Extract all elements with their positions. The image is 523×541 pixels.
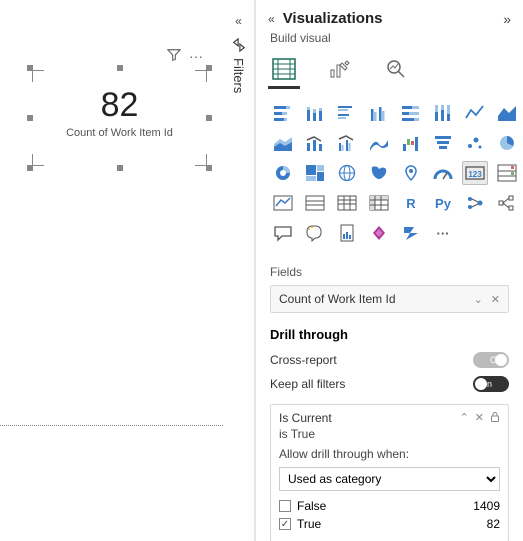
waterfall-icon[interactable]	[398, 131, 424, 155]
decomposition-tree-icon[interactable]	[494, 191, 520, 215]
svg-text:123: 123	[468, 170, 482, 179]
area-chart-icon[interactable]	[494, 101, 520, 125]
ribbon-chart-icon[interactable]	[366, 131, 392, 155]
line-chart-icon[interactable]	[462, 101, 488, 125]
line-stacked-column-icon[interactable]	[302, 131, 328, 155]
cross-report-toggle[interactable]: Off	[473, 352, 509, 368]
keep-filters-label: Keep all filters	[270, 377, 345, 391]
drill-filter-card: Is Current ⌃ ✕ is True Allow drill throu…	[270, 404, 509, 541]
line-clustered-column-icon[interactable]	[334, 131, 360, 155]
card-field-label: Count of Work Item Id	[30, 127, 209, 139]
field-well[interactable]: Count of Work Item Id ⌄ ✕	[270, 285, 509, 313]
expand-viz-icon[interactable]: »	[503, 11, 511, 27]
funnel-icon[interactable]	[430, 131, 456, 155]
collapse-filter-icon[interactable]: ⌃	[460, 411, 469, 425]
drill-filter-name: Is Current	[279, 411, 332, 425]
drill-value-row[interactable]: ✓True 82	[279, 515, 500, 533]
drill-through-heading: Drill through	[256, 313, 523, 348]
tab-build-visual[interactable]	[270, 55, 298, 83]
chevron-down-icon[interactable]: ⌄	[474, 293, 483, 306]
clustered-column-icon[interactable]	[366, 101, 392, 125]
filters-pane-collapsed[interactable]: « Filters	[223, 0, 255, 541]
drill-filter-summary: is True	[279, 427, 500, 441]
100stacked-bar-icon[interactable]	[398, 101, 424, 125]
stacked-column-icon[interactable]	[302, 101, 328, 125]
cross-report-label: Cross-report	[270, 353, 337, 367]
treemap-icon[interactable]	[302, 161, 328, 185]
drill-allow-label: Allow drill through when:	[279, 447, 500, 461]
python-visual-icon[interactable]: Py	[430, 191, 456, 215]
field-well-value: Count of Work Item Id	[279, 292, 396, 306]
tab-format-visual[interactable]	[326, 55, 354, 83]
visualizations-pane: « Visualizations » Build visual	[255, 0, 523, 541]
card-value: 82	[30, 86, 209, 125]
card-icon[interactable]: 123	[462, 161, 488, 185]
100stacked-column-icon[interactable]	[430, 101, 456, 125]
filled-map-icon[interactable]	[366, 161, 392, 185]
lock-icon[interactable]	[490, 411, 500, 425]
filter-icon[interactable]	[167, 48, 181, 64]
visual-gallery: 123 R Py ···	[256, 101, 523, 255]
keep-filters-toggle[interactable]: On	[473, 376, 509, 392]
slicer-icon[interactable]	[302, 191, 328, 215]
azure-map-icon[interactable]	[398, 161, 424, 185]
drill-value-row[interactable]: False 1409	[279, 497, 500, 515]
key-influencers-icon[interactable]	[462, 191, 488, 215]
pane-subtitle: Build visual	[256, 31, 523, 51]
get-more-visuals-icon[interactable]: ···	[430, 221, 456, 245]
stacked-bar-icon[interactable]	[270, 101, 296, 125]
gauge-icon[interactable]	[430, 161, 456, 185]
fields-section-label: Fields	[256, 255, 523, 285]
filters-label: Filters	[231, 58, 246, 93]
donut-icon[interactable]	[270, 161, 296, 185]
remove-filter-icon[interactable]: ✕	[475, 411, 484, 425]
pane-title: Visualizations	[283, 10, 504, 27]
report-canvas[interactable]: ··· 82 Count of Work Item Id	[0, 0, 223, 426]
filter-glyph-icon	[232, 38, 246, 52]
remove-field-icon[interactable]: ✕	[491, 293, 500, 306]
matrix-icon[interactable]	[366, 191, 392, 215]
power-apps-icon[interactable]	[366, 221, 392, 245]
multi-row-card-icon[interactable]	[494, 161, 520, 185]
map-icon[interactable]	[334, 161, 360, 185]
kpi-icon[interactable]	[270, 191, 296, 215]
collapse-viz-icon[interactable]: «	[268, 12, 275, 26]
smart-narrative-icon[interactable]	[302, 221, 328, 245]
checkbox-checked[interactable]: ✓	[279, 518, 291, 530]
stacked-area-icon[interactable]	[270, 131, 296, 155]
power-automate-icon[interactable]	[398, 221, 424, 245]
pie-icon[interactable]	[494, 131, 520, 155]
clustered-bar-icon[interactable]	[334, 101, 360, 125]
paginated-report-icon[interactable]	[334, 221, 360, 245]
checkbox-unchecked[interactable]	[279, 500, 291, 512]
card-visual[interactable]: ··· 82 Count of Work Item Id	[30, 68, 209, 168]
scatter-icon[interactable]	[462, 131, 488, 155]
drill-mode-select[interactable]: Used as category	[279, 467, 500, 491]
expand-filters-icon[interactable]: «	[235, 14, 242, 28]
r-visual-icon[interactable]: R	[398, 191, 424, 215]
table-icon[interactable]	[334, 191, 360, 215]
tab-analytics[interactable]	[382, 55, 410, 83]
more-icon[interactable]: ···	[189, 48, 203, 64]
qa-visual-icon[interactable]	[270, 221, 296, 245]
